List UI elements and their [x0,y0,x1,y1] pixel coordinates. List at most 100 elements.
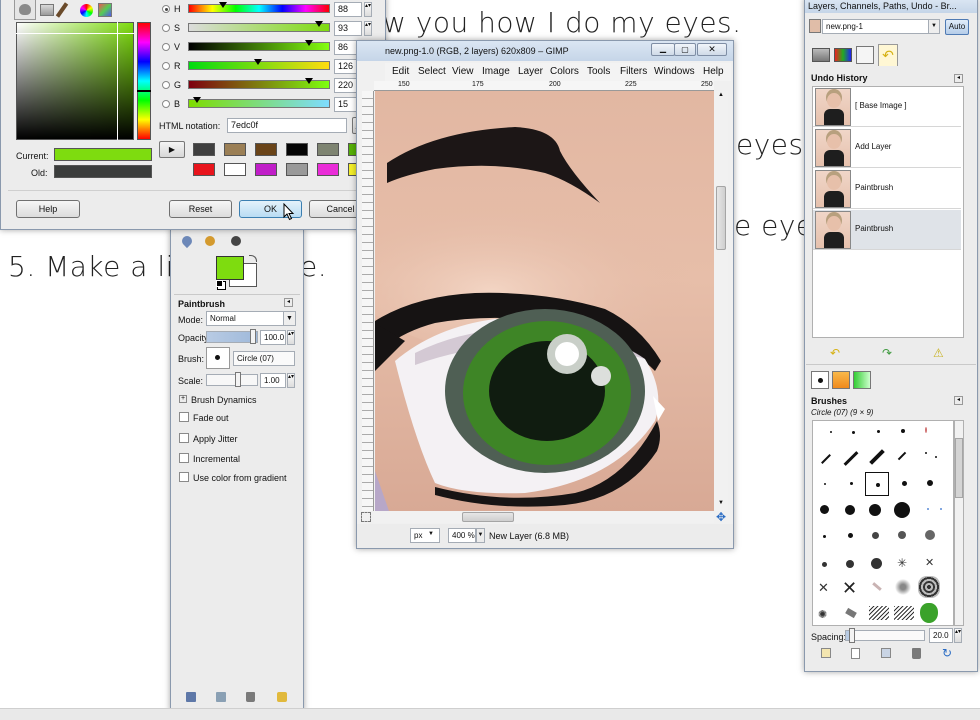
maximize-button[interactable]: ▢ [674,43,696,56]
horizontal-scrollbar-thumb[interactable] [462,512,514,522]
brush-item[interactable] [925,530,935,540]
fade-out-checkbox[interactable] [179,412,189,422]
undo-icon[interactable]: ↶ [830,346,840,360]
history-color-10[interactable] [286,163,308,176]
cmyk-tab-icon[interactable] [40,4,54,16]
menu-select[interactable]: Select [418,66,446,77]
brush-item[interactable] [869,606,889,620]
menu-windows[interactable]: Windows [654,66,695,77]
channels-tab-icon[interactable] [834,48,852,62]
spacing-slider-handle[interactable] [849,628,855,643]
brush-item[interactable] [893,578,913,596]
brush-item[interactable] [902,481,907,486]
brush-item[interactable] [823,535,826,538]
delete-options-icon[interactable] [246,692,255,702]
brush-item[interactable]: ✳ [897,556,907,570]
spacing-slider[interactable] [845,630,925,641]
horizontal-ruler[interactable] [374,81,714,91]
brush-dynamics-label[interactable]: Brush Dynamics [191,395,257,405]
brushes-tab-icon[interactable] [811,371,829,389]
close-window-button[interactable]: ✕ [697,43,727,56]
undo-item-paintbrush-1[interactable]: Paintbrush [813,169,961,209]
menu-colors[interactable]: Colors [550,66,579,77]
zoom-select[interactable]: 400 % [448,528,476,543]
menu-view[interactable]: View [452,66,474,77]
history-color-2[interactable] [224,143,246,156]
history-color-8[interactable] [224,163,246,176]
scroll-up-icon[interactable]: ▲ [717,92,725,100]
brush-item[interactable] [935,456,937,458]
channel-h-slider[interactable] [188,2,330,13]
scroll-down-icon[interactable]: ▼ [717,500,725,508]
undo-item-paintbrush-2[interactable]: Paintbrush [813,210,961,250]
vertical-scrollbar-thumb[interactable] [716,186,726,250]
restore-options-icon[interactable] [216,692,226,702]
brush-item[interactable] [872,532,879,539]
undo-item-base-image[interactable]: [ Base Image ] [813,87,961,127]
use-gradient-checkbox[interactable] [179,472,189,482]
edit-brush-icon[interactable] [821,648,831,658]
brush-item[interactable] [820,505,829,514]
brush-item[interactable] [830,431,832,433]
brush-item[interactable] [846,560,854,568]
brush-item[interactable] [898,531,906,539]
mode-select[interactable]: Normal [206,311,288,326]
brush-item[interactable]: ✕ [842,578,857,599]
channel-b-slider[interactable] [188,97,330,108]
channel-s-radio[interactable] [162,24,170,32]
spacing-spin-icon[interactable]: ▴▾ [954,628,962,643]
opacity-field[interactable]: 100.0 [260,330,286,345]
undo-tab-icon[interactable]: ↶ [878,44,898,66]
history-arrow-button[interactable]: ▶ [159,141,185,158]
dock-tab-menu-icon[interactable]: ◂ [954,74,963,83]
new-brush-icon[interactable] [851,648,860,659]
brush-item[interactable] [925,427,927,433]
quick-mask-icon[interactable] [361,512,371,522]
channel-h-radio[interactable] [162,5,170,13]
image-select-dropdown-icon[interactable]: ▼ [928,19,940,34]
tool-options-menu-icon[interactable]: ◂ [284,298,293,307]
vertical-ruler[interactable] [362,91,374,511]
brush-item[interactable] [927,480,933,486]
apply-jitter-checkbox[interactable] [179,433,189,443]
brush-item[interactable] [824,483,826,485]
brush-item[interactable] [850,482,853,485]
refresh-brushes-icon[interactable]: ↻ [942,646,952,660]
history-color-11[interactable] [317,163,339,176]
brush-item[interactable]: ✕ [925,556,934,569]
channel-h-field[interactable]: 88 [334,2,362,17]
undo-item-add-layer[interactable]: Add Layer [813,128,961,168]
foreground-color-swatch[interactable] [216,256,244,280]
save-options-icon[interactable] [186,692,196,702]
brush-item[interactable]: ✕ [818,580,829,596]
brush-item[interactable] [918,576,940,598]
menu-layer[interactable]: Layer [518,66,543,77]
scale-field[interactable]: 1.00 [260,373,286,388]
menu-filters[interactable]: Filters [620,66,647,77]
vertical-scrollbar[interactable] [714,91,728,511]
brush-dynamics-expander-icon[interactable]: + [179,395,187,403]
navigate-icon[interactable]: ✥ [715,511,727,523]
channel-g-slider[interactable] [188,78,330,89]
brush-item[interactable] [852,431,855,434]
scale-slider-handle[interactable] [235,372,241,387]
brush-item[interactable] [822,562,827,567]
brush-item[interactable] [871,558,882,569]
history-color-4[interactable] [286,143,308,156]
opacity-slider-handle[interactable] [250,329,256,344]
brush-item[interactable] [848,533,853,538]
delete-brush-icon[interactable] [912,648,921,659]
channel-g-radio[interactable] [162,81,170,89]
brush-item[interactable] [869,504,881,516]
brush-item[interactable] [940,508,942,510]
channel-r-radio[interactable] [162,62,170,70]
wheel-tab-icon[interactable] [80,4,93,17]
channel-v-radio[interactable] [162,43,170,51]
menu-image[interactable]: Image [482,66,510,77]
image-select[interactable]: new.png-1 [822,19,940,34]
channel-s-field[interactable]: 93 [334,21,362,36]
channel-s-slider[interactable] [188,21,330,32]
duplicate-brush-icon[interactable] [881,648,891,658]
default-colors-icon[interactable] [216,280,223,287]
dodge-tool-icon[interactable] [231,236,241,246]
